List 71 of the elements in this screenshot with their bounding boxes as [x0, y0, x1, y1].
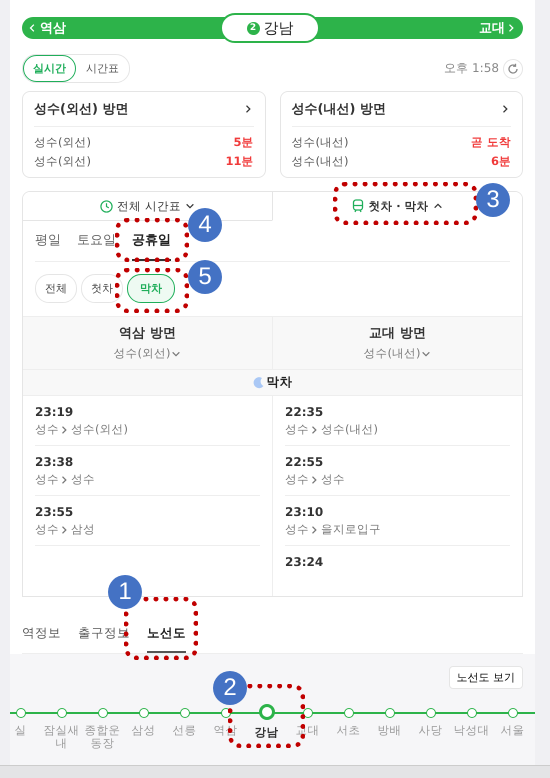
route-destination: 성수 [321, 472, 345, 487]
station-label[interactable]: 잠실새내 [42, 724, 82, 750]
route-origin: 성수 [285, 522, 309, 537]
direction-title: 성수(내선) 방면 [292, 101, 386, 118]
station-label[interactable]: 낙성대 [454, 724, 490, 737]
moon-icon [252, 376, 264, 388]
departure-time: 23:19 [35, 405, 74, 419]
departure-time: 23:24 [285, 555, 324, 569]
chevron-icon [184, 201, 195, 211]
route-destination: 을지로입구 [321, 522, 381, 537]
station-label[interactable]: 사당 [418, 724, 442, 737]
direction-heading: 교대 방면 [368, 325, 427, 342]
refresh-button[interactable] [503, 58, 523, 78]
mode-tab[interactable]: 시간표 [76, 55, 129, 82]
departure-time: 22:35 [285, 405, 324, 419]
departure-time: 22:55 [285, 455, 324, 469]
next-station-button[interactable]: 교대 [473, 19, 523, 37]
station-name: 강남 [264, 18, 294, 38]
station-label[interactable]: 삼성 [132, 724, 156, 737]
line-dropdown[interactable]: 성수(내선) [364, 346, 432, 361]
view-route-map-button[interactable]: 노선도 보기 [448, 666, 523, 689]
route-origin: 성수 [35, 472, 59, 487]
route-origin: 성수 [35, 522, 59, 537]
station-label[interactable]: 종합운동장 [82, 724, 122, 750]
arrival-eta: 5분 [233, 134, 254, 151]
filter-chip[interactable]: 막차 [127, 274, 175, 303]
route-origin: 성수 [285, 422, 309, 437]
train-destination: 성수(외선) [34, 153, 91, 170]
arrival-card[interactable]: 성수(외선) 방면 성수(외선) 5분 성수(외선) 11분 [22, 91, 266, 178]
clock-icon [100, 200, 114, 212]
arrival-card[interactable]: 성수(내선) 방면 성수(내선) 곧 도착 성수(내선) 6분 [280, 91, 523, 178]
station-label[interactable]: 강남 [254, 726, 278, 739]
day-tab[interactable]: 토요일 [77, 221, 124, 261]
direction-heading: 역삼 방면 [118, 325, 177, 342]
section-title: 막차 [266, 374, 292, 391]
prev-station-button[interactable]: 역삼 [22, 19, 72, 37]
filter-chip[interactable]: 첫차 [81, 274, 123, 303]
route-origin: 성수 [35, 422, 59, 437]
route-destination: 성수(외선) [71, 422, 128, 437]
info-tab[interactable]: 출구정보 [78, 615, 130, 653]
route-destination: 삼성 [71, 522, 95, 537]
departure-time: 23:55 [35, 505, 74, 519]
refresh-icon [507, 62, 519, 74]
filter-chip[interactable]: 전체 [35, 274, 77, 303]
route-origin: 성수 [285, 472, 309, 487]
train-destination: 성수(내선) [292, 153, 348, 170]
route-destination: 성수 [71, 472, 95, 487]
line-dropdown[interactable]: 성수(외선) [114, 346, 182, 361]
chevron-icon [244, 104, 254, 114]
line-number-badge: 2 [246, 22, 260, 34]
station-label[interactable]: 실 [14, 724, 26, 737]
departure-time: 23:10 [285, 505, 324, 519]
mode-tab[interactable]: 실시간 [23, 55, 76, 82]
station-label[interactable]: 방배 [378, 724, 402, 737]
info-tab[interactable]: 역정보 [22, 615, 61, 653]
station-label[interactable]: 선릉 [172, 724, 196, 737]
train-destination: 성수(내선) [292, 134, 348, 151]
train-icon [352, 199, 364, 213]
day-tab[interactable]: 공휴일 [132, 221, 171, 261]
chevron-icon [432, 201, 443, 211]
arrival-eta: 11분 [225, 153, 254, 170]
updated-time: 오후 1:58 [444, 60, 499, 77]
route-destination: 성수(내선) [321, 422, 378, 437]
arrival-eta: 6분 [490, 153, 511, 170]
arrival-eta: 곧 도착 [470, 134, 511, 151]
departure-time: 23:38 [35, 455, 74, 469]
station-label[interactable]: 서초 [336, 724, 360, 737]
direction-title: 성수(외선) 방면 [34, 101, 128, 118]
train-destination: 성수(외선) [34, 134, 91, 151]
day-tab[interactable]: 평일 [35, 221, 69, 261]
station-label[interactable]: 서울 [500, 724, 524, 737]
